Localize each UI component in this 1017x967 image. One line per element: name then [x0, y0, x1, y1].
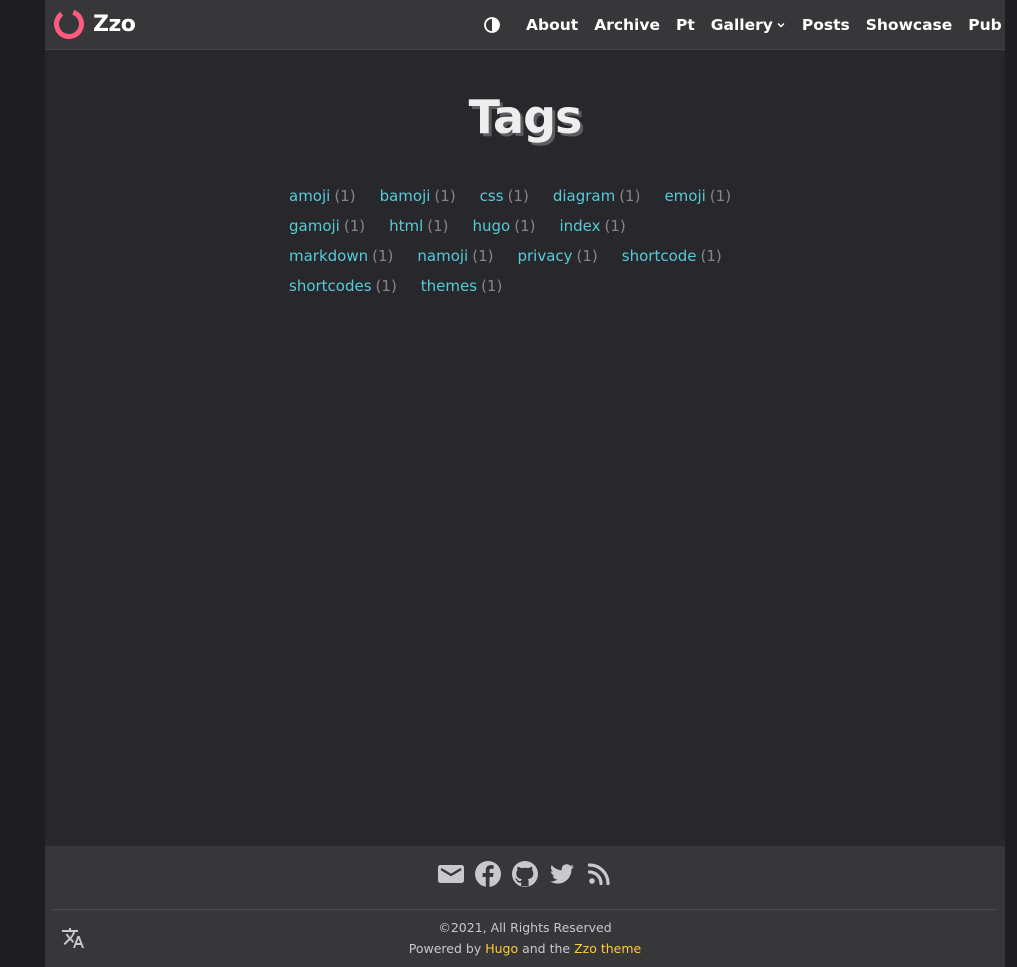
tag-link[interactable]: bamoji: [380, 187, 431, 205]
hugo-link[interactable]: Hugo: [485, 941, 518, 956]
tag-item: shortcode (1): [622, 244, 722, 274]
tag-count: (1): [481, 277, 503, 295]
powered-by-text: Powered by: [408, 941, 482, 956]
tag-item: gamoji (1): [289, 214, 365, 244]
tag-link[interactable]: gamoji: [289, 217, 340, 235]
tag-link[interactable]: css: [480, 187, 504, 205]
tag-link[interactable]: diagram: [553, 187, 615, 205]
footer: ©2021, All Rights Reserved Powered by Hu…: [45, 846, 1005, 967]
tag-count: (1): [375, 277, 397, 295]
tag-item: bamoji (1): [380, 184, 456, 214]
facebook-icon[interactable]: [474, 860, 502, 888]
tag-item: markdown (1): [289, 244, 393, 274]
tag-count: (1): [709, 187, 732, 205]
brand-logo-icon: [54, 8, 84, 39]
rss-icon[interactable]: [585, 860, 613, 888]
twitter-icon[interactable]: [548, 860, 576, 888]
tag-link[interactable]: hugo: [473, 217, 511, 235]
tag-item: diagram (1): [553, 184, 641, 214]
copyright-text: ©2021, All Rights Reserved: [438, 920, 612, 935]
tag-link[interactable]: markdown: [289, 247, 368, 265]
tag-item: emoji (1): [664, 184, 731, 214]
chevron-down-icon: [777, 23, 785, 28]
tag-link[interactable]: amoji: [289, 187, 330, 205]
tag-item: amoji (1): [289, 184, 356, 214]
tag-item: themes (1): [421, 274, 503, 304]
brand-name: Zzo: [93, 11, 136, 37]
tag-link[interactable]: emoji: [664, 187, 705, 205]
tag-item: css (1): [480, 184, 529, 214]
tag-count: (1): [604, 217, 626, 235]
contrast-icon[interactable]: [483, 16, 501, 34]
tag-link[interactable]: privacy: [517, 247, 572, 265]
tag-link[interactable]: namoji: [417, 247, 468, 265]
tag-item: namoji (1): [417, 244, 493, 274]
tag-item: shortcodes (1): [289, 274, 397, 304]
tag-count: (1): [427, 217, 449, 235]
nav-item-showcase[interactable]: Showcase: [866, 16, 953, 34]
nav-item-archive[interactable]: Archive: [594, 16, 660, 34]
tag-count: (1): [472, 247, 494, 265]
tag-link[interactable]: shortcodes: [289, 277, 372, 295]
brand-link[interactable]: Zzo: [53, 8, 136, 40]
tag-count: (1): [372, 247, 394, 265]
page-title: Tags: [468, 90, 583, 144]
footer-divider: [53, 909, 997, 910]
tag-item: html (1): [389, 214, 448, 244]
nav-menu: About Archive Pt Gallery Posts Showcase …: [526, 0, 1002, 50]
tag-link[interactable]: themes: [421, 277, 477, 295]
tag-count: (1): [434, 187, 456, 205]
tag-count: (1): [700, 247, 722, 265]
tag-item: hugo (1): [473, 214, 536, 244]
tag-count: (1): [576, 247, 598, 265]
navbar: Zzo About Archive Pt Gallery Posts Showc…: [45, 0, 1005, 50]
github-icon[interactable]: [511, 860, 539, 888]
nav-item-about[interactable]: About: [526, 16, 578, 34]
nav-item-pt[interactable]: Pt: [676, 16, 695, 34]
nav-item-gallery-label: Gallery: [710, 16, 773, 34]
tag-link[interactable]: shortcode: [622, 247, 697, 265]
nav-item-gallery[interactable]: Gallery: [711, 16, 786, 34]
tag-count: (1): [619, 187, 641, 205]
tag-item: index (1): [559, 214, 625, 244]
nav-item-pub[interactable]: Pub: [968, 16, 1002, 34]
tag-count: (1): [507, 187, 529, 205]
tag-link[interactable]: index: [559, 217, 600, 235]
nav-item-posts[interactable]: Posts: [802, 16, 850, 34]
tag-count: (1): [514, 217, 536, 235]
tag-link[interactable]: html: [389, 217, 423, 235]
and-the-text: and the: [522, 941, 571, 956]
social-links: [437, 860, 613, 888]
tag-count: (1): [334, 187, 356, 205]
tag-count: (1): [343, 217, 366, 235]
tag-list: amoji (1) bamoji (1) css (1) diagram (1) emo…: [289, 184, 769, 304]
tag-item: privacy (1): [517, 244, 597, 274]
email-icon[interactable]: [437, 860, 465, 888]
powered-by-line: Powered by Hugo and the Zzo theme: [45, 941, 1005, 956]
zzo-theme-link[interactable]: Zzo theme: [574, 941, 641, 956]
page: Zzo About Archive Pt Gallery Posts Showc…: [45, 0, 1005, 967]
